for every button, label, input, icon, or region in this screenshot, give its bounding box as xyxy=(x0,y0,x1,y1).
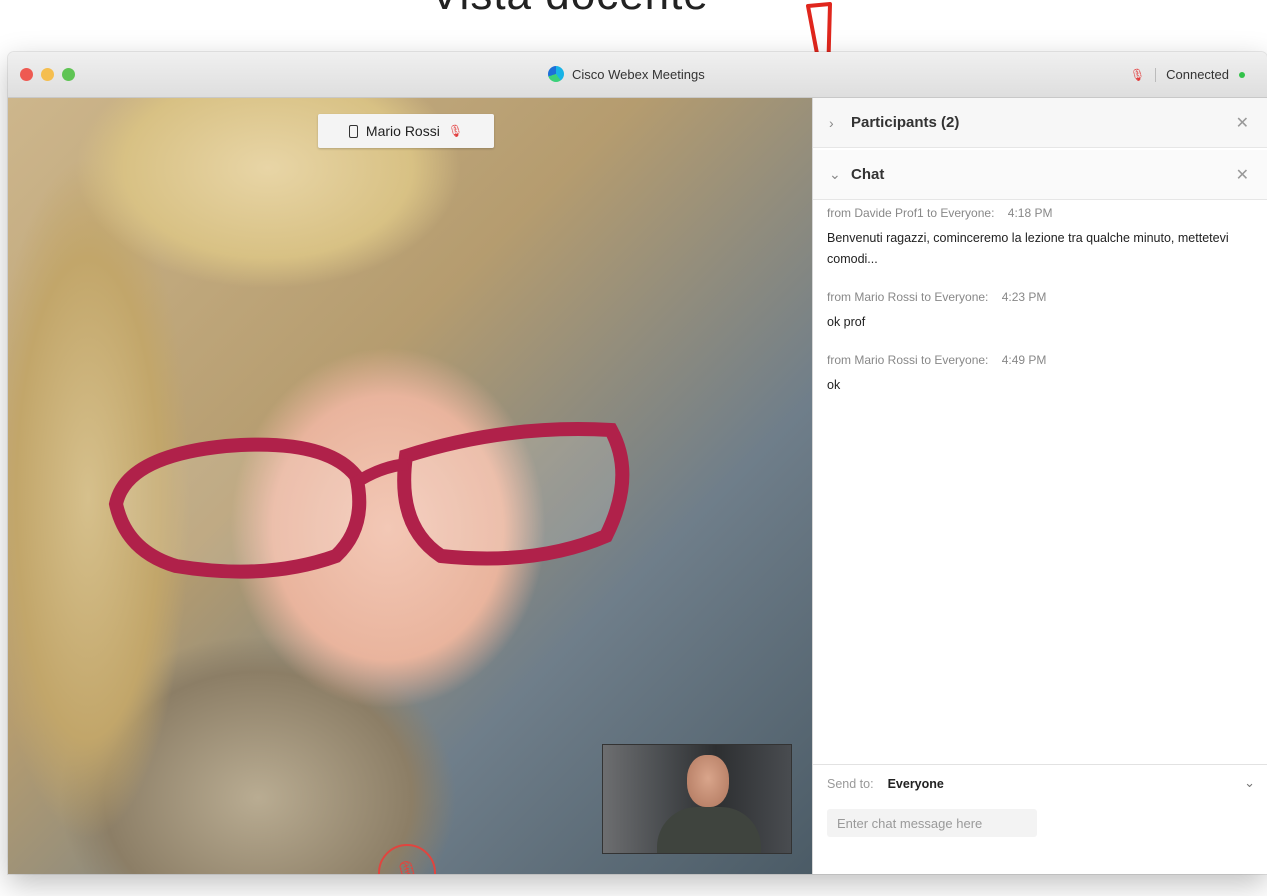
self-view-body xyxy=(657,807,761,853)
webex-window: Cisco Webex Meetings 🎙︎ Connected Mario … xyxy=(8,52,1267,874)
chat-message-meta: from Mario Rossi to Everyone: 4:49 PM xyxy=(827,353,1253,367)
chat-message-text: ok xyxy=(827,378,841,392)
participant-name: Mario Rossi xyxy=(365,123,440,139)
close-icon[interactable]: ✕ xyxy=(1236,113,1249,133)
self-view-head xyxy=(687,755,729,807)
chevron-down-icon: ⌄ xyxy=(829,166,841,182)
zoom-window-button[interactable] xyxy=(62,68,75,81)
main-video[interactable]: Mario Rossi 🎙︎ 🎙︎ xyxy=(8,98,812,874)
connected-indicator-icon xyxy=(1239,71,1245,78)
chat-message-sender: from Mario Rossi to Everyone: xyxy=(827,290,989,304)
window-controls xyxy=(20,68,75,81)
chat-composer: Send to: Everyone ⌄ xyxy=(813,764,1267,874)
self-view-video[interactable] xyxy=(602,744,792,854)
chat-message: from Mario Rossi to Everyone: 4:23 PM ok… xyxy=(827,290,1253,333)
participants-header[interactable]: › Participants (2) ✕ xyxy=(813,98,1267,148)
chat-message-text: Benvenuti ragazzi, cominceremo la lezion… xyxy=(827,231,1229,266)
chat-message-input[interactable] xyxy=(827,809,1037,837)
mobile-device-icon xyxy=(348,124,358,138)
send-to-label: Send to: xyxy=(827,777,874,791)
chat-message-time: 4:23 PM xyxy=(1001,290,1047,304)
chat-message-meta: from Mario Rossi to Everyone: 4:23 PM xyxy=(827,290,1253,304)
chat-message-time: 4:49 PM xyxy=(1001,353,1047,367)
mic-muted-icon[interactable]: 🎙︎ xyxy=(1130,68,1145,82)
participants-title: Participants (2) xyxy=(851,114,960,131)
close-window-button[interactable] xyxy=(20,68,33,81)
close-icon[interactable]: ✕ xyxy=(1236,165,1249,185)
chat-message-list: from Davide Prof1 to Everyone: 4:18 PM B… xyxy=(827,206,1253,416)
annotation-caption: Vista docente xyxy=(430,0,850,20)
chat-message-text: ok prof xyxy=(827,315,866,329)
minimize-window-button[interactable] xyxy=(41,68,54,81)
window-title-group: Cisco Webex Meetings xyxy=(548,66,705,82)
webex-logo-icon xyxy=(548,66,564,82)
video-frame-glasses xyxy=(108,422,630,579)
side-panel: › Participants (2) ✕ ⌄ Chat ✕ from David… xyxy=(812,98,1267,874)
connection-status-text: Connected xyxy=(1166,67,1229,82)
title-bar: Cisco Webex Meetings 🎙︎ Connected xyxy=(8,52,1267,98)
send-to-select[interactable]: Everyone xyxy=(888,777,944,791)
send-to-row[interactable]: Send to: Everyone ⌄ xyxy=(827,775,1259,791)
chat-header[interactable]: ⌄ Chat ✕ xyxy=(813,150,1267,200)
chat-message-sender: from Davide Prof1 to Everyone: xyxy=(827,206,995,220)
chevron-down-icon[interactable]: ⌄ xyxy=(1244,775,1255,791)
mute-toggle-button[interactable]: 🎙︎ xyxy=(378,844,436,874)
participant-name-tag: Mario Rossi 🎙︎ xyxy=(318,114,494,148)
chat-message-time: 4:18 PM xyxy=(1007,206,1053,220)
chat-title: Chat xyxy=(851,166,885,183)
mic-muted-icon: 🎙︎ xyxy=(447,124,464,138)
status-divider xyxy=(1155,67,1157,82)
chat-message-sender: from Mario Rossi to Everyone: xyxy=(827,353,989,367)
chevron-right-icon: › xyxy=(829,114,834,131)
connection-status: 🎙︎ Connected xyxy=(1130,67,1245,82)
chat-message-meta: from Davide Prof1 to Everyone: 4:18 PM xyxy=(827,206,1253,220)
chat-message: from Mario Rossi to Everyone: 4:49 PM ok xyxy=(827,353,1253,396)
mic-muted-icon: 🎙︎ xyxy=(393,860,421,874)
chat-message: from Davide Prof1 to Everyone: 4:18 PM B… xyxy=(827,206,1253,270)
window-title: Cisco Webex Meetings xyxy=(572,66,705,82)
